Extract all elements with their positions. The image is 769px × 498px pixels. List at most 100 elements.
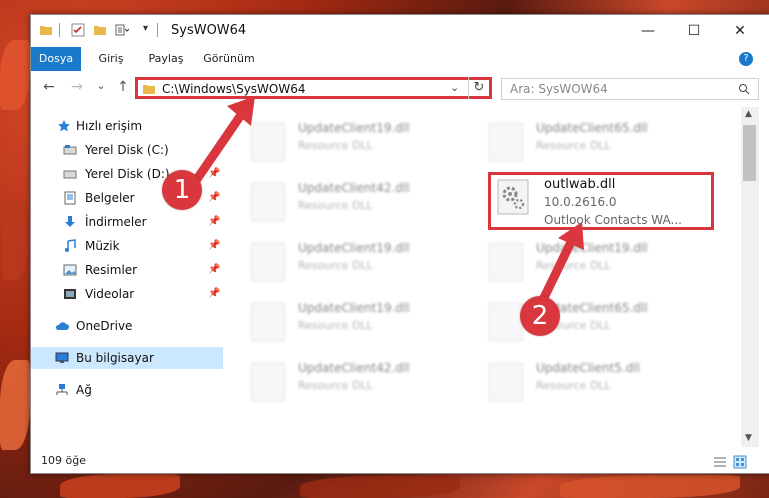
sidebar-item-onedrive[interactable]: OneDrive (31, 315, 223, 337)
sidebar-item-label: Belgeler (85, 191, 135, 205)
file-name: UpdateClient65.dll (536, 121, 648, 135)
close-button[interactable]: ✕ (717, 15, 763, 47)
music-icon (65, 239, 76, 252)
sidebar-item-label: Ağ (76, 383, 92, 397)
list-item[interactable]: UpdateClient5.dll Resource DLL (483, 357, 703, 409)
help-icon[interactable]: ? (739, 52, 753, 66)
list-item[interactable]: UpdateClient19.dll Resource DLL (245, 237, 465, 289)
file-description: Resource DLL (298, 139, 373, 152)
background-leaf (300, 476, 460, 498)
sidebar-item-quick-access[interactable]: Hızlı erişim (31, 115, 223, 137)
sidebar-item-pictures[interactable]: Resimler 📌 (31, 259, 223, 281)
file-description: Resource DLL (298, 319, 373, 332)
sidebar-item-music[interactable]: Müzik 📌 (31, 235, 223, 257)
videos-icon (64, 289, 76, 299)
list-item[interactable]: UpdateClient42.dll Resource DLL (245, 357, 465, 409)
file-description: Resource DLL (536, 379, 611, 392)
new-folder-icon[interactable] (93, 23, 107, 37)
tab-file[interactable]: Dosya (31, 47, 81, 71)
documents-icon (64, 191, 76, 205)
list-item[interactable]: UpdateClient19.dll Resource DLL (245, 117, 465, 169)
sidebar-item-network[interactable]: Ağ (31, 379, 223, 401)
address-dropdown-button[interactable]: ⌄ (450, 81, 459, 94)
background-leaf (60, 474, 180, 498)
drive-icon (63, 170, 77, 179)
scrollbar-thumb[interactable] (743, 125, 756, 181)
tab-view[interactable]: Görünüm (195, 47, 263, 71)
sidebar-item-videos[interactable]: Videolar 📌 (31, 283, 223, 305)
large-icons-view-icon[interactable] (733, 455, 747, 469)
tab-home[interactable]: Giriş (83, 47, 139, 71)
cloud-icon (55, 322, 69, 330)
sidebar-item-label: Yerel Disk (D:) (85, 167, 170, 181)
scroll-down-arrow-icon[interactable]: ▼ (745, 433, 752, 443)
quick-access-customize-icon[interactable] (115, 23, 129, 37)
list-item[interactable]: UpdateClient42.dll Resource DLL (245, 177, 465, 229)
dll-file-icon (489, 123, 523, 161)
sidebar-item-label: Videolar (85, 287, 135, 301)
annotation-marker-one: 1 (162, 170, 202, 210)
forward-button[interactable]: → (67, 79, 87, 97)
sidebar-item-local-disk-c[interactable]: Yerel Disk (C:) (31, 139, 223, 161)
sidebar-item-label: Yerel Disk (C:) (85, 143, 169, 157)
minimize-button[interactable]: — (625, 15, 671, 47)
list-item[interactable]: UpdateClient19.dll Resource DLL (245, 297, 465, 349)
file-name: UpdateClient42.dll (298, 361, 410, 375)
list-item[interactable]: UpdateClient65.dll Resource DLL (483, 117, 703, 169)
tab-share[interactable]: Paylaş (141, 47, 191, 71)
refresh-button[interactable]: ↻ (468, 77, 489, 99)
file-name: UpdateClient19.dll (298, 121, 410, 135)
file-description: Resource DLL (298, 259, 373, 272)
qat-separator (157, 23, 158, 37)
sidebar-item-label: Hızlı erişim (76, 119, 143, 133)
list-item[interactable]: UpdateClient65.dll Resource DLL (483, 297, 703, 349)
sidebar-item-label: OneDrive (76, 319, 133, 333)
search-input[interactable]: Ara: SysWOW64 (510, 82, 608, 96)
file-description: Resource DLL (298, 379, 373, 392)
file-name: UpdateClient5.dll (536, 361, 640, 375)
search-box[interactable]: Ara: SysWOW64 (501, 78, 759, 100)
file-description: Resource DLL (298, 199, 373, 212)
annotation-marker-two: 2 (520, 296, 560, 336)
dll-file-icon (489, 303, 523, 341)
sidebar-item-label: İndirmeler (85, 215, 147, 229)
list-item[interactable]: UpdateClient19.dll Resource DLL (483, 237, 703, 289)
file-name: UpdateClient19.dll (298, 301, 410, 315)
up-button[interactable]: ↑ (113, 79, 133, 97)
folder-icon (143, 85, 155, 94)
download-icon (65, 216, 75, 227)
file-list: UpdateClient19.dll Resource DLL UpdateCl… (245, 107, 741, 447)
dll-file-icon (489, 243, 523, 281)
sidebar-item-downloads[interactable]: İndirmeler 📌 (31, 211, 223, 233)
sidebar-item-label: Müzik (85, 239, 120, 253)
properties-icon[interactable] (71, 23, 85, 37)
pin-icon: 📌 (208, 192, 221, 203)
drive-icon (63, 145, 77, 155)
qat-separator (59, 23, 60, 37)
chevron-down-icon[interactable]: ▾ (143, 23, 148, 34)
pin-icon: 📌 (208, 168, 221, 179)
explorer-window: ▾ SysWOW64 — ☐ ✕ Dosya Giriş Paylaş Görü… (30, 14, 769, 474)
background-leaf (560, 475, 740, 498)
sidebar-item-this-pc[interactable]: Bu bilgisayar (31, 347, 223, 369)
title-bar: ▾ SysWOW64 — ☐ ✕ (31, 15, 769, 47)
pin-icon: 📌 (208, 216, 221, 227)
background-leaf (0, 40, 30, 110)
details-view-icon[interactable] (713, 455, 727, 469)
item-count: 109 öğe (41, 454, 86, 467)
status-bar: 109 öğe (31, 451, 769, 473)
pictures-icon (63, 264, 77, 276)
dll-file-icon (489, 363, 523, 401)
back-button[interactable]: ← (39, 79, 59, 97)
file-description: Resource DLL (536, 139, 611, 152)
pin-icon: 📌 (208, 240, 221, 251)
search-icon (739, 84, 750, 95)
vertical-scrollbar[interactable]: ▲ ▼ (741, 107, 759, 447)
address-bar[interactable]: C:\Windows\SysWOW64 ⌄ ↻ (135, 77, 492, 99)
computer-icon (55, 352, 69, 363)
maximize-button[interactable]: ☐ (671, 15, 717, 47)
recent-locations-button[interactable]: ⌄ (91, 79, 111, 97)
scroll-up-arrow-icon[interactable]: ▲ (745, 109, 752, 119)
highlight-box-file (488, 172, 714, 230)
navigation-pane: Hızlı erişim Yerel Disk (C:) Yerel Disk … (31, 107, 225, 447)
